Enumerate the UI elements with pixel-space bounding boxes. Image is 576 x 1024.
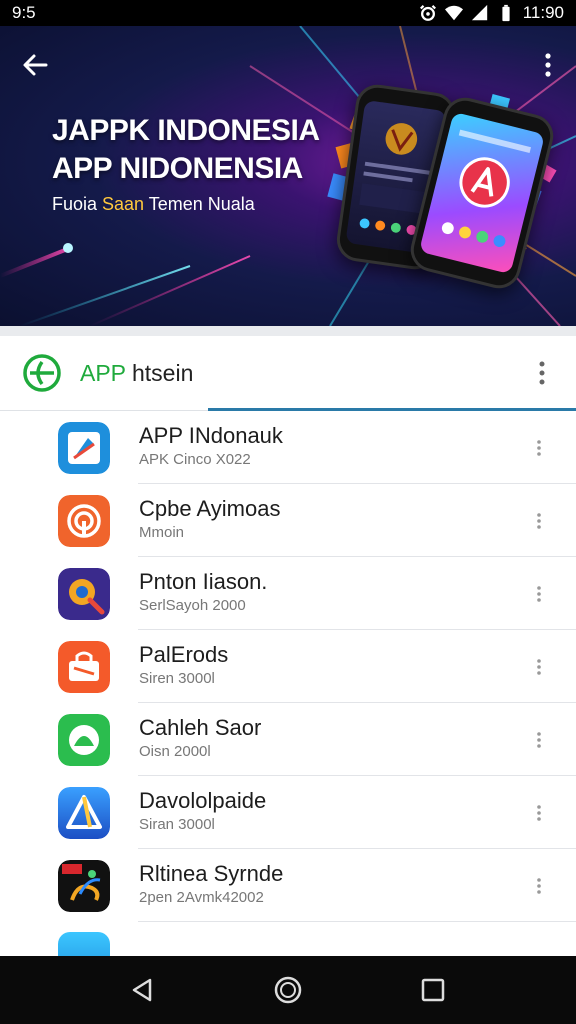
status-time: 9:5 [12, 3, 36, 22]
item-more-icon[interactable] [536, 877, 542, 895]
list-item[interactable]: Cpbe Ayimoas Mmoin [0, 484, 576, 557]
compass-app-icon [58, 421, 110, 474]
dragon-app-icon [58, 859, 110, 912]
dome-app-icon [58, 713, 110, 766]
app-subtitle: Oisn 2000l [139, 743, 211, 760]
list-item[interactable]: Cahleh Saor Oisn 2000l [0, 703, 576, 776]
status-bar: 9:5 11:90 [0, 0, 576, 26]
list-item[interactable]: Pnton Iiason. SerlSayoh 2000 [0, 557, 576, 630]
hero-subtitle-highlight: Saan [102, 194, 145, 214]
list-item[interactable]: PalErods Siren 3000l [0, 630, 576, 703]
app-list-card: APP htsein APP INdonauk APK Cinco X022 C… [0, 336, 576, 995]
more-vert-icon[interactable] [540, 52, 556, 78]
podcast-app-icon [58, 494, 110, 547]
system-nav-bar [0, 956, 576, 1024]
hero-title-line1: JAPPK INDONESIA [52, 114, 320, 147]
list-item[interactable]: APP INdonauk APK Cinco X022 [0, 411, 576, 484]
hero-subtitle-suffix: Temen Nuala [144, 194, 255, 214]
item-more-icon[interactable] [536, 512, 542, 530]
app-title: Rltinea Syrnde [139, 861, 284, 886]
app-subtitle: Siren 3000l [139, 670, 215, 687]
triangle-app-icon [58, 786, 110, 839]
bag-app-icon [58, 640, 110, 693]
list-item[interactable]: Davololpaide Siran 3000l [0, 776, 576, 849]
app-title: PalErods [139, 642, 229, 667]
recents-square-icon[interactable] [418, 975, 448, 1005]
battery-icon [502, 4, 510, 22]
app-title: APP INdonauk [139, 423, 283, 448]
hero-title-line2: APP NIDONENSIA [52, 152, 303, 185]
item-more-icon[interactable] [536, 585, 542, 603]
app-subtitle: 2pen 2Avmk42002 [139, 889, 264, 906]
app-subtitle: Mmoin [139, 524, 185, 541]
item-more-icon[interactable] [536, 439, 542, 457]
app-subtitle: SerlSayoh 2000 [139, 597, 246, 614]
list-header-title: APP htsein [80, 360, 193, 387]
app-list: APP INdonauk APK Cinco X022 Cpbe Ayimoas… [0, 411, 576, 995]
app-title: Cahleh Saor [139, 715, 262, 740]
hero-subtitle-prefix: Fuoia [52, 194, 103, 214]
hero-banner: JAPPK INDONESIA APP NIDONENSIA Fuoia Saa… [0, 26, 576, 326]
home-circle-icon[interactable] [273, 975, 303, 1005]
back-triangle-icon[interactable] [128, 975, 158, 1005]
app-title: Cpbe Ayimoas [139, 496, 281, 521]
item-more-icon[interactable] [536, 731, 542, 749]
alarm-icon [419, 5, 436, 21]
list-header-title-rest: htsein [125, 359, 194, 386]
app-title: Davololpaide [139, 788, 267, 813]
list-item[interactable]: Rltinea Syrnde 2pen 2Avmk42002 [0, 849, 576, 922]
item-more-icon[interactable] [536, 658, 542, 676]
wifi-icon [444, 5, 463, 21]
status-icons: 11:90 [419, 3, 564, 23]
app-logo-icon [23, 354, 61, 392]
gear-search-app-icon [58, 567, 110, 620]
status-clock: 11:90 [522, 3, 564, 22]
back-arrow-icon[interactable] [20, 50, 50, 80]
header-more-icon[interactable] [538, 360, 546, 386]
app-subtitle: APK Cinco X022 [139, 451, 251, 468]
list-header: APP htsein [0, 336, 576, 411]
hero-subtitle: Fuoia Saan Temen Nuala [52, 194, 255, 215]
app-title: Pnton Iiason. [139, 569, 268, 594]
list-header-title-app: APP [80, 359, 126, 386]
item-more-icon[interactable] [536, 804, 542, 822]
signal-icon [471, 4, 487, 21]
app-subtitle: Siran 3000l [139, 816, 215, 833]
